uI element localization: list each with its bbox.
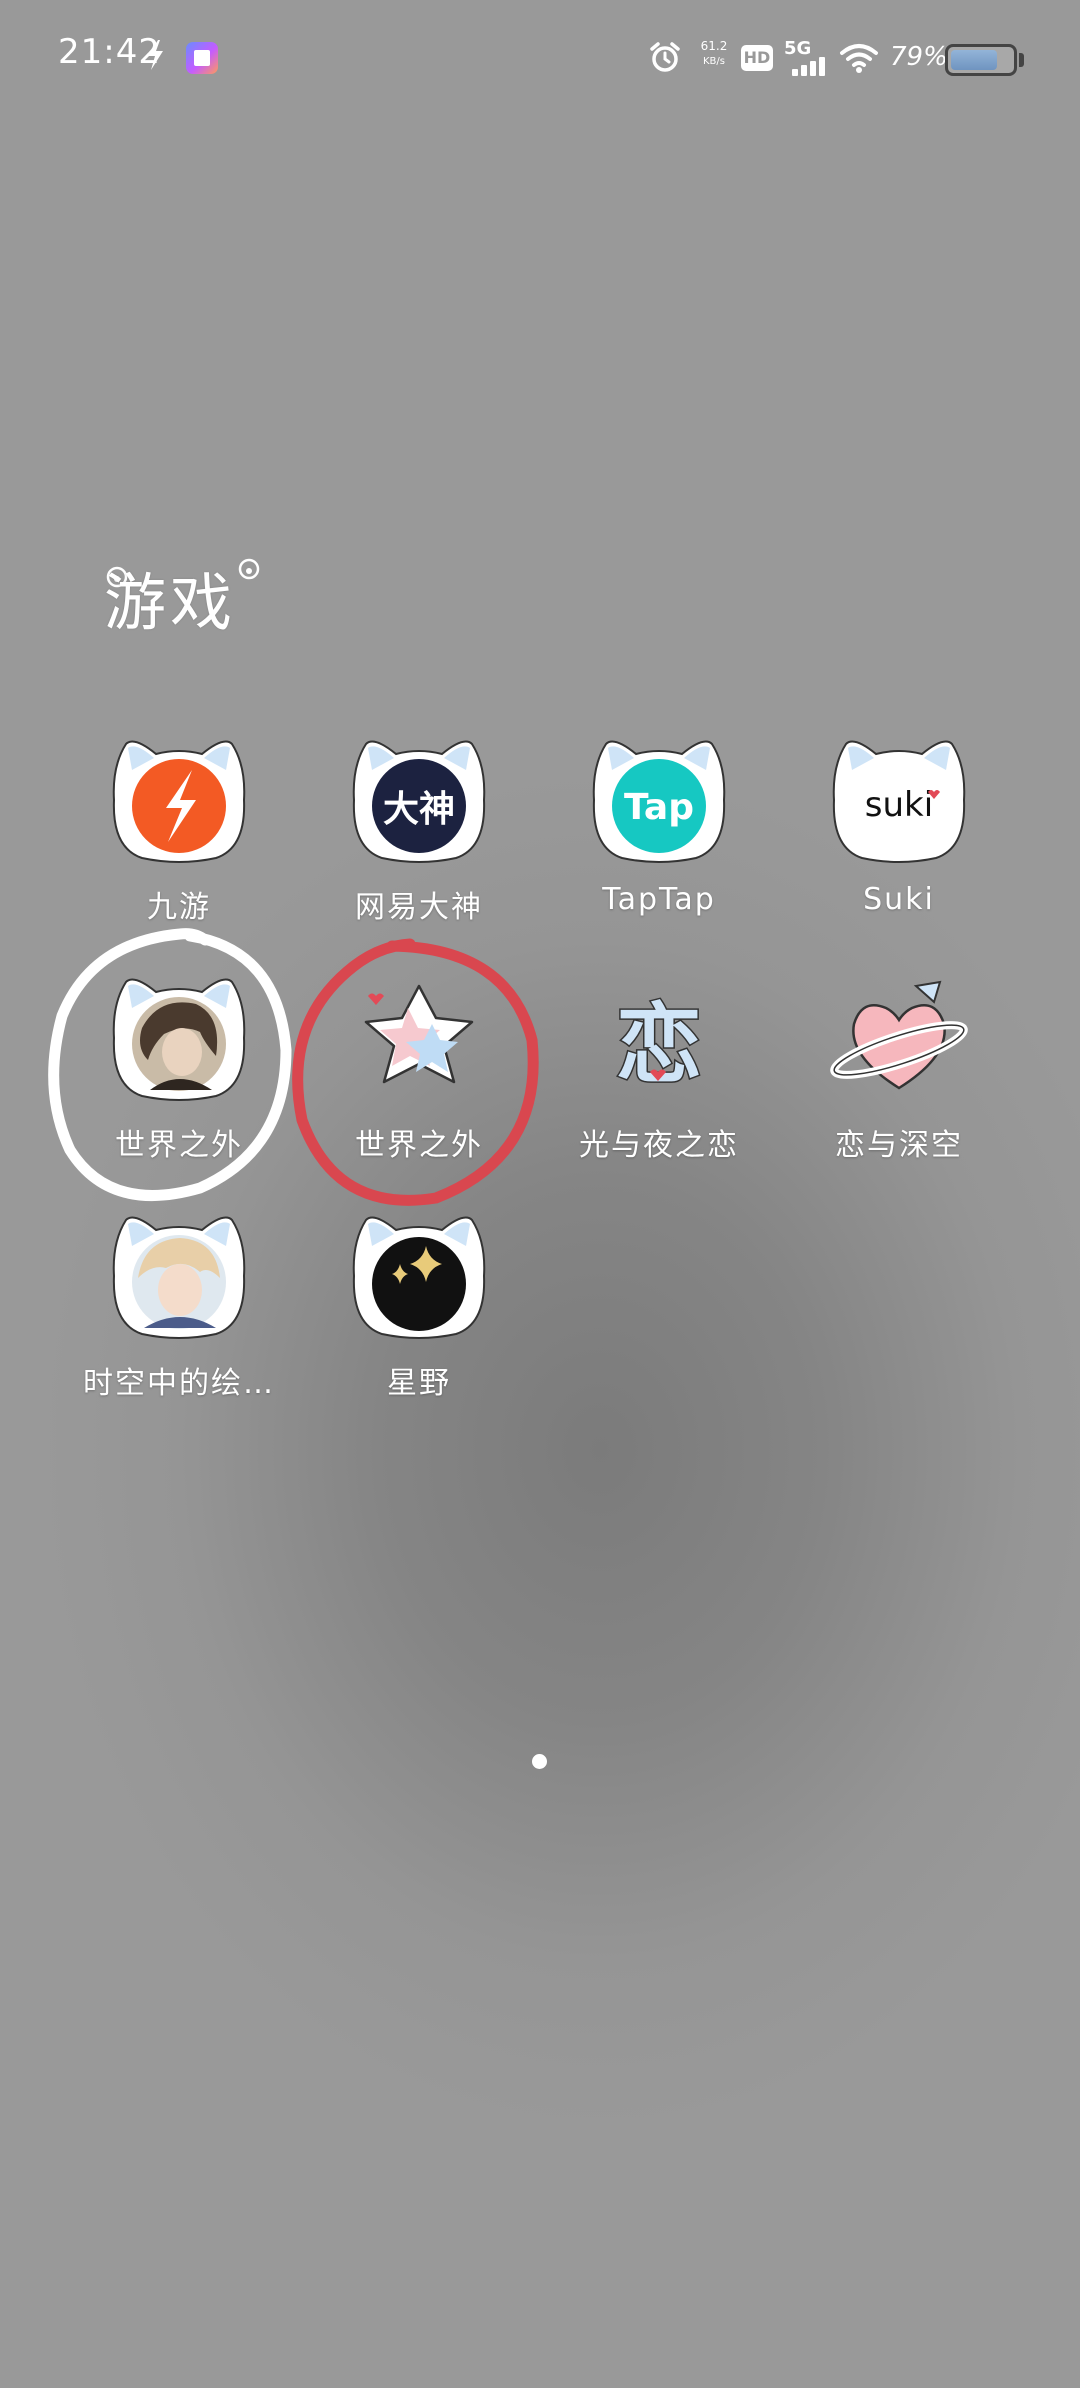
network-speed-value: 61.2 [700,39,728,53]
app-label: 网易大神 [355,890,483,925]
app-label: TapTap [602,882,716,917]
battery-tip [1019,53,1024,67]
star-icon [364,984,474,1084]
app-shijie-zhiwai-1[interactable]: 世界之外 [59,968,299,1168]
app-suki[interactable]: suki Suki [779,730,1019,930]
wifi-icon [840,44,878,73]
battery-percent: 79% [890,42,948,72]
app-shijie-zhiwai-2[interactable]: 世界之外 [299,968,539,1168]
app-label: 九游 [147,890,211,925]
suki-icon-text: suki [865,785,933,825]
app-jiuyou[interactable]: 九游 [59,730,299,930]
signal-icon [792,57,825,76]
page-indicator-dot [532,1754,547,1769]
dashen-logo-icon: 大神 [352,740,486,863]
app-label: Suki [863,882,935,917]
app-label: 恋与深空 [835,1128,963,1163]
taptap-icon-text: Tap [624,787,694,828]
app-label: 时空中的绘… [83,1366,275,1401]
dashen-icon-text: 大神 [383,789,455,830]
folder-title[interactable]: 游戏 [104,552,236,642]
app-lian-yu-shen-kong[interactable]: 恋与深空 [779,968,1019,1168]
app-label: 星野 [387,1366,451,1401]
network-speed-unit: KB/s [703,56,725,67]
app-shikong-zhong-de-hui[interactable]: 时空中的绘… [59,1206,299,1406]
notification-app-icon [186,42,218,74]
app-xingye[interactable]: 星野 [299,1206,539,1406]
battery-level-fill [951,50,998,70]
hd-badge: HD [741,45,773,71]
app-label: 世界之外 [115,1128,243,1163]
paw-icon [238,558,260,580]
battery-icon [945,44,1017,76]
planet-heart-icon [830,980,968,1090]
jiuyou-logo-icon [112,740,246,863]
network-speed: 61.2 KB/s [694,38,734,70]
suki-logo-icon: suki [832,740,966,863]
anime-character-icon [112,1216,246,1339]
lian-character-icon: 恋 [615,994,704,1097]
sparkle-icon [352,1216,486,1339]
notification-bolt-icon [148,40,163,70]
app-guang-yu-ye-zhi-lian[interactable]: 恋 光与夜之恋 [539,968,779,1168]
status-bar: 21:42 61.2 KB/s HD 5G 79% [0,0,1080,110]
portrait-icon [112,978,246,1101]
alarm-icon [650,42,680,72]
app-label: 世界之外 [355,1128,483,1163]
app-netease-dashen[interactable]: 大神 网易大神 [299,730,539,930]
app-taptap[interactable]: Tap TapTap [539,730,779,930]
lian-icon-text: 恋 [616,995,702,1095]
taptap-logo-icon: Tap [592,740,726,863]
app-label: 光与夜之恋 [579,1128,739,1163]
